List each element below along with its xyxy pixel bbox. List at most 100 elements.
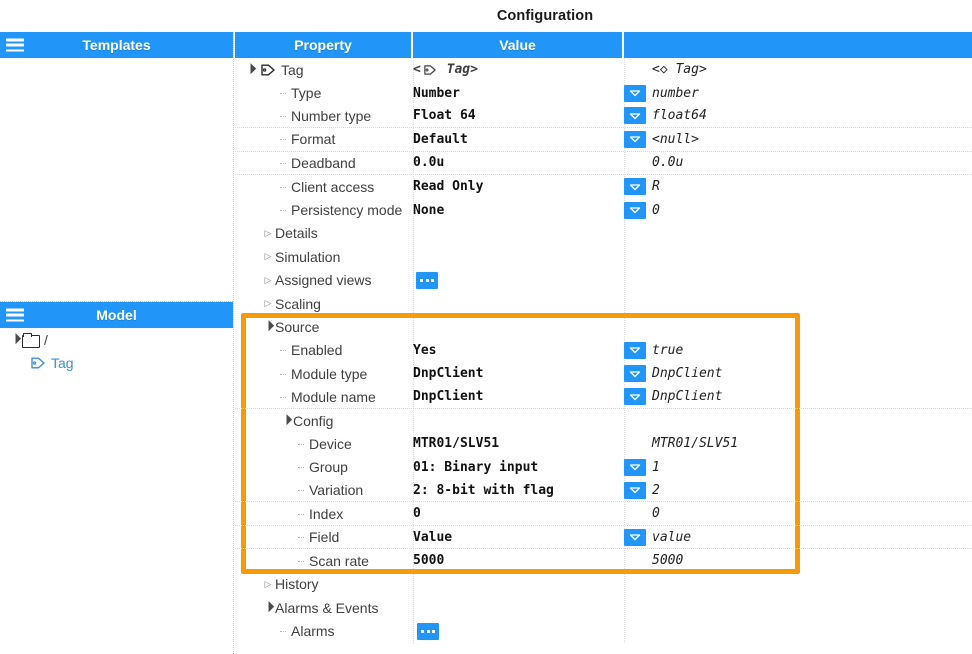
value-cell[interactable]: DnpClient <box>413 385 624 407</box>
value-cell[interactable]: Yes <box>413 339 624 362</box>
property-row[interactable]: Assigned views <box>235 269 972 292</box>
resolved-value-text: DnpClient <box>652 389 723 405</box>
property-row[interactable]: Index 0 0 <box>235 502 972 526</box>
templates-panel-body[interactable] <box>0 58 233 302</box>
property-row[interactable]: Module type DnpClient DnpClient <box>235 362 972 385</box>
value-cell[interactable]: Read Only <box>413 175 624 198</box>
chevron-down-icon[interactable] <box>624 178 646 196</box>
value-cell[interactable]: None <box>413 198 624 221</box>
value-cell[interactable]: Default <box>413 128 624 150</box>
value-cell[interactable] <box>413 245 624 268</box>
chevron-right-icon[interactable] <box>261 229 275 238</box>
property-row[interactable]: Device MTR01/SLV51 MTR01/SLV51 <box>235 432 972 455</box>
value-cell[interactable]: DnpClient <box>413 362 624 385</box>
chevron-down-icon[interactable] <box>279 416 293 425</box>
value-text: None <box>413 202 445 218</box>
chevron-right-icon[interactable] <box>261 299 275 308</box>
resolved-value-cell: R <box>624 175 972 198</box>
tag-icon <box>260 63 276 77</box>
chevron-down-icon[interactable] <box>624 365 646 383</box>
property-row[interactable]: Config <box>235 409 972 432</box>
property-row[interactable]: History <box>235 573 972 596</box>
value-cell[interactable]: Value <box>413 526 624 548</box>
property-row[interactable]: Alarms <box>235 619 972 642</box>
property-cell: Source <box>235 315 413 338</box>
value-cell[interactable] <box>413 315 624 338</box>
property-row[interactable]: Source <box>235 315 972 338</box>
ellipsis-button[interactable] <box>417 622 439 640</box>
value-cell[interactable] <box>413 619 624 642</box>
property-label: Enabled <box>291 342 343 359</box>
chevron-down-icon[interactable] <box>624 388 646 406</box>
property-row[interactable]: Scaling <box>235 292 972 315</box>
property-row[interactable]: Tag < Tag> <◇ Tag> <box>235 58 972 81</box>
resolved-value-text: <◇ Tag> <box>652 62 707 78</box>
resolved-value-cell: MTR01/SLV51 <box>624 432 972 455</box>
chevron-down-icon[interactable] <box>624 201 646 219</box>
column-header-extra[interactable] <box>624 32 972 58</box>
tag-icon <box>30 356 46 370</box>
property-row[interactable]: Module name DnpClient DnpClient <box>235 385 972 409</box>
property-row[interactable]: Field Value value <box>235 526 972 550</box>
value-cell[interactable]: MTR01/SLV51 <box>413 432 624 455</box>
value-cell[interactable]: 5000 <box>413 549 624 572</box>
property-row[interactable]: Persistency mode None 0 <box>235 198 972 221</box>
hamburger-icon[interactable] <box>6 38 24 52</box>
chevron-right-icon[interactable] <box>261 276 275 285</box>
value-cell[interactable] <box>413 222 624 245</box>
value-cell[interactable] <box>413 292 624 315</box>
property-row[interactable]: Type Number number <box>235 81 972 104</box>
resolved-value-text: DnpClient <box>652 366 723 382</box>
value-cell[interactable] <box>413 269 624 292</box>
model-tree-item-root[interactable]: / <box>0 328 233 351</box>
value-cell[interactable]: Float 64 <box>413 105 624 127</box>
property-row[interactable]: Deadband 0.0u 0.0u <box>235 152 972 175</box>
value-cell[interactable] <box>413 596 624 619</box>
column-header-value[interactable]: Value <box>413 32 624 58</box>
chevron-down-icon[interactable] <box>624 528 646 546</box>
property-row[interactable]: Scan rate 5000 5000 <box>235 549 972 572</box>
resolved-value-cell <box>624 245 972 268</box>
property-row[interactable]: Format Default <null> <box>235 128 972 152</box>
chevron-down-icon[interactable] <box>624 84 646 102</box>
value-cell[interactable]: 01: Binary input <box>413 456 624 479</box>
value-cell[interactable]: 2: 8-bit with flag <box>413 479 624 501</box>
chevron-down-icon[interactable] <box>624 107 646 125</box>
chevron-down-icon[interactable] <box>624 481 646 499</box>
property-row[interactable]: Simulation <box>235 245 972 268</box>
chevron-down-icon[interactable] <box>624 458 646 476</box>
property-row[interactable]: Client access Read Only R <box>235 175 972 198</box>
property-row[interactable]: Group 01: Binary input 1 <box>235 456 972 479</box>
templates-panel-title: Templates <box>82 37 151 53</box>
value-cell[interactable] <box>413 573 624 596</box>
value-cell[interactable]: 0.0u <box>413 152 624 174</box>
chevron-down-icon[interactable] <box>624 341 646 359</box>
value-cell[interactable]: < Tag> <box>413 58 624 81</box>
property-row[interactable]: Alarms & Events <box>235 596 972 619</box>
chevron-down-icon[interactable] <box>261 322 275 331</box>
chevron-down-icon[interactable] <box>261 603 275 612</box>
ellipsis-button[interactable] <box>416 271 438 289</box>
value-cell[interactable]: Number <box>413 81 624 104</box>
resolved-value-cell <box>624 573 972 596</box>
column-header-property[interactable]: Property <box>235 32 413 58</box>
property-label: Source <box>275 318 320 335</box>
property-row[interactable]: Variation 2: 8-bit with flag 2 <box>235 479 972 503</box>
property-row[interactable]: Number type Float 64 float64 <box>235 105 972 129</box>
chevron-right-icon[interactable] <box>261 252 275 261</box>
resolved-value-cell: float64 <box>624 105 972 127</box>
chevron-down-icon[interactable] <box>8 335 22 344</box>
property-row[interactable]: Details <box>235 222 972 245</box>
value-cell[interactable]: 0 <box>413 502 624 524</box>
resolved-value-text: 1 <box>652 459 660 475</box>
value-cell[interactable] <box>413 409 624 432</box>
property-row[interactable]: Enabled Yes true <box>235 339 972 362</box>
chevron-right-icon[interactable] <box>261 580 275 589</box>
chevron-down-icon[interactable] <box>624 130 646 148</box>
property-cell: Group <box>235 456 413 479</box>
resolved-value-cell: <null> <box>624 128 972 150</box>
chevron-down-icon[interactable] <box>243 65 257 74</box>
property-cell: Tag <box>235 58 413 81</box>
model-tree-item-tag[interactable]: Tag <box>0 351 233 374</box>
hamburger-icon[interactable] <box>6 308 24 322</box>
